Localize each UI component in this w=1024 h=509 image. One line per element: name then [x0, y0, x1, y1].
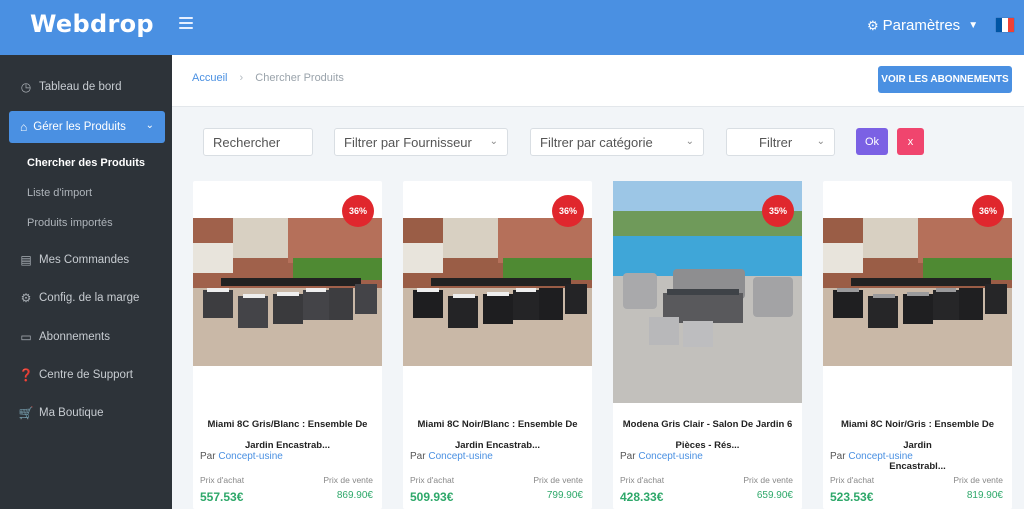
- vendor-link[interactable]: Concept-usine: [218, 451, 282, 462]
- view-subscriptions-button[interactable]: VOIR LES ABONNEMENTS: [878, 66, 1012, 93]
- product-card[interactable]: 35% Modena Gris Clair - Salon De Jardin …: [613, 181, 802, 509]
- product-title[interactable]: Miami 8C Gris/Blanc : Ensemble De Jardin…: [201, 414, 374, 456]
- discount-badge: 36%: [552, 195, 584, 227]
- product-card[interactable]: 36% Miami 8C Gris/Blanc : Ensemble De Ja…: [193, 181, 382, 509]
- sidebar-item-shop[interactable]: 🛒 Ma Boutique: [19, 406, 104, 420]
- purchase-price: 557.53€: [200, 490, 244, 504]
- clear-filters-button[interactable]: x: [897, 128, 924, 155]
- settings-menu[interactable]: ⚙ Paramètres ▼: [867, 17, 978, 34]
- sidebar-item-margin[interactable]: ⚙ Config. de la marge: [19, 291, 140, 305]
- sidebar-item-subscriptions[interactable]: ▭ Abonnements: [19, 330, 110, 344]
- chevron-down-icon: ⌄: [145, 120, 154, 131]
- by-label: Par: [620, 451, 636, 462]
- product-title-line-1: Miami 8C Gris/Blanc : Ensemble De: [207, 419, 368, 430]
- purchase-price-label: Prix d'achat: [200, 475, 245, 485]
- cart-icon: 🛒: [18, 406, 34, 420]
- dashboard-icon: ◷: [20, 80, 32, 94]
- menu-toggle-icon[interactable]: [179, 17, 193, 29]
- gear-icon: ⚙: [20, 291, 32, 305]
- home-icon: ⌂: [20, 120, 28, 134]
- sidebar-subitem-imported[interactable]: Produits importés: [27, 217, 113, 229]
- sale-price: 659.90€: [756, 490, 793, 501]
- chevron-down-icon: ⌄: [685, 136, 694, 147]
- by-label: Par: [410, 451, 426, 462]
- discount-badge: 35%: [762, 195, 794, 227]
- sale-price: 869.90€: [336, 490, 373, 501]
- ok-button[interactable]: Ok: [856, 128, 888, 155]
- top-bar: Webdrop ⚙ Paramètres ▼: [0, 0, 1024, 55]
- product-card[interactable]: 36% Miami 8C Noir/Blanc : Ensemble De Ja…: [403, 181, 592, 509]
- french-flag-icon[interactable]: [996, 18, 1014, 32]
- category-filter-select[interactable]: Filtrer par catégorie ⌄: [530, 128, 704, 156]
- discount-badge: 36%: [342, 195, 374, 227]
- product-title-line-1: Miami 8C Noir/Blanc : Ensemble De: [417, 419, 578, 430]
- credit-card-icon: ▭: [20, 330, 32, 344]
- sidebar-item-products[interactable]: ⌂ Gérer les Produits ⌄: [9, 111, 165, 143]
- by-label: Par: [830, 451, 846, 462]
- breadcrumb-separator-icon: ›: [239, 72, 244, 84]
- sale-price-label: Prix de vente: [533, 475, 583, 485]
- help-icon: ❓: [18, 368, 34, 382]
- product-image[interactable]: [193, 218, 382, 366]
- sidebar-item-support[interactable]: ❓ Centre de Support: [19, 368, 133, 382]
- sidebar-item-label: Gérer les Produits: [33, 121, 126, 133]
- sidebar-item-label: Tableau de bord: [39, 81, 122, 93]
- vendor-link[interactable]: Concept-usine: [638, 451, 702, 462]
- sidebar-item-label: Config. de la marge: [39, 292, 140, 304]
- product-title[interactable]: Miami 8C Noir/Blanc : Ensemble De Jardin…: [411, 414, 584, 456]
- sale-price-label: Prix de vente: [953, 475, 1003, 485]
- product-image[interactable]: [823, 218, 1012, 366]
- supplier-filter-select[interactable]: Filtrer par Fournisseur ⌄: [334, 128, 508, 156]
- sale-price: 799.90€: [546, 490, 583, 501]
- category-filter-label: Filtrer par catégorie: [540, 134, 653, 150]
- filter-label: Filtrer: [759, 134, 793, 150]
- sale-price-label: Prix de vente: [743, 475, 793, 485]
- sidebar-subitem-search[interactable]: Chercher des Produits: [27, 157, 145, 169]
- product-title-line-1: Miami 8C Noir/Gris : Ensemble De Jardin: [840, 419, 995, 451]
- sale-price: 819.90€: [966, 490, 1003, 501]
- vendor-link[interactable]: Concept-usine: [848, 451, 912, 462]
- list-icon: ▤: [20, 253, 32, 267]
- sidebar-item-label: Mes Commandes: [39, 254, 130, 266]
- purchase-price: 428.33€: [620, 490, 664, 504]
- filter-select[interactable]: Filtrer ⌄: [726, 128, 835, 156]
- chevron-down-icon: ⌄: [489, 136, 498, 147]
- search-input[interactable]: Rechercher: [203, 128, 313, 156]
- supplier-filter-label: Filtrer par Fournisseur: [344, 134, 472, 150]
- settings-label: Paramètres: [882, 17, 961, 34]
- chevron-down-icon: ⌄: [816, 136, 825, 147]
- sale-price-label: Prix de vente: [323, 475, 373, 485]
- sidebar: ◷ Tableau de bord ⌂ Gérer les Produits ⌄…: [0, 55, 172, 509]
- sidebar-item-label: Ma Boutique: [39, 407, 104, 419]
- product-card[interactable]: 36% Miami 8C Noir/Gris : Ensemble De Jar…: [823, 181, 1012, 509]
- product-image[interactable]: [403, 218, 592, 366]
- sidebar-subitem-import-list[interactable]: Liste d'import: [27, 187, 92, 199]
- product-title-line-1: Modena Gris Clair - Salon De Jardin 6: [622, 419, 793, 430]
- product-title[interactable]: Modena Gris Clair - Salon De Jardin 6 Pi…: [621, 414, 794, 456]
- breadcrumb-home[interactable]: Accueil: [192, 72, 227, 84]
- product-vendor-line: Par Concept-usine: [620, 451, 703, 462]
- sidebar-item-orders[interactable]: ▤ Mes Commandes: [19, 253, 129, 267]
- brand-logo[interactable]: Webdrop: [30, 10, 154, 38]
- breadcrumb: Accueil › Chercher Produits: [192, 72, 344, 84]
- purchase-price-label: Prix d'achat: [620, 475, 665, 485]
- breadcrumb-bar: Accueil › Chercher Produits VOIR LES ABO…: [172, 55, 1024, 107]
- product-title[interactable]: Miami 8C Noir/Gris : Ensemble De Jardin …: [831, 414, 1004, 477]
- product-vendor-line: Par Concept-usine: [410, 451, 493, 462]
- purchase-price-label: Prix d'achat: [830, 475, 875, 485]
- gear-icon: ⚙: [867, 17, 879, 33]
- by-label: Par: [200, 451, 216, 462]
- purchase-price: 523.53€: [830, 490, 874, 504]
- purchase-price-label: Prix d'achat: [410, 475, 455, 485]
- sidebar-item-label: Abonnements: [39, 331, 110, 343]
- discount-badge: 36%: [972, 195, 1004, 227]
- vendor-link[interactable]: Concept-usine: [428, 451, 492, 462]
- chevron-down-icon: ▼: [968, 20, 979, 31]
- sidebar-item-dashboard[interactable]: ◷ Tableau de bord: [19, 80, 122, 94]
- product-vendor-line: Par Concept-usine: [830, 451, 913, 462]
- purchase-price: 509.93€: [410, 490, 454, 504]
- breadcrumb-current: Chercher Produits: [255, 72, 344, 84]
- sidebar-item-label: Centre de Support: [39, 369, 133, 381]
- product-vendor-line: Par Concept-usine: [200, 451, 283, 462]
